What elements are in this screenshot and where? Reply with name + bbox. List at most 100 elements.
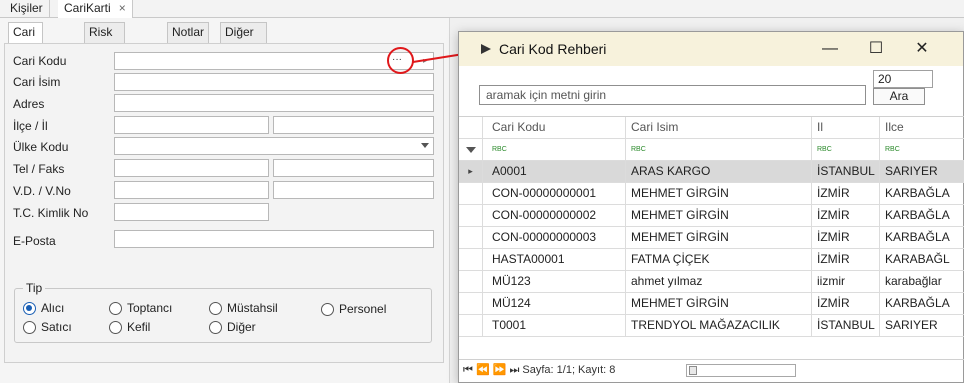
radio-icon (23, 320, 36, 334)
pager-text[interactable]: ⏮ ⏪ ⏩ ⏭ Sayfa: 1/1; Kayıt: 8 (463, 364, 615, 376)
filter-cell[interactable]: RBC (626, 139, 812, 161)
radio-personel[interactable]: Personel (321, 302, 386, 316)
radio-toptanci[interactable]: Toptancı (109, 301, 172, 315)
filter-row: RBC RBC RBC RBC (459, 139, 964, 161)
search-placeholder: aramak için metni girin (486, 88, 607, 102)
tab-notlar[interactable]: Notlar (167, 22, 210, 43)
tab-kisiler[interactable]: Kişiler (4, 0, 50, 18)
radio-diger[interactable]: Diğer (209, 320, 256, 334)
radio-label: Kefil (127, 320, 151, 334)
tel-faks-label: Tel / Faks (13, 162, 65, 176)
column-header-il[interactable]: Il (812, 117, 880, 139)
tab-carikarti[interactable]: CariKarti × (58, 0, 133, 18)
vergi-no-field[interactable] (273, 181, 434, 199)
il-cell: İSTANBUL (812, 315, 880, 337)
vergi-dairesi-field[interactable] (114, 181, 269, 199)
cari-kodu-field[interactable]: ··· ▸ (114, 52, 434, 70)
table-row[interactable]: MÜ123 ahmet yılmaz iizmir karabağlar (459, 271, 964, 293)
column-header-cari-isim[interactable]: Cari Isim (626, 117, 812, 139)
grid-header-row: Cari Kodu Cari Isim Il Ilce (459, 117, 964, 139)
vd-vno-label: V.D. / V.No (13, 184, 71, 198)
cari-isim-cell: TRENDYOL MAĞAZACILIK (626, 315, 812, 337)
cari-isim-cell: ARAS KARGO (626, 161, 812, 183)
scroll-thumb[interactable] (689, 366, 697, 375)
table-row[interactable]: T0001 TRENDYOL MAĞAZACILIK İSTANBUL SARIYER (459, 315, 964, 337)
page-size-select[interactable]: 20 (873, 70, 933, 88)
cari-kodu-cell: CON-00000000002 (487, 205, 626, 227)
results-grid: Cari Kodu Cari Isim Il Ilce RBC RBC RBC … (459, 116, 964, 356)
cari-isim-cell: MEHMET GİRGİN (626, 293, 812, 315)
table-row[interactable]: CON-00000000002 MEHMET GİRGİN İZMİR KARBAĞL… (459, 205, 964, 227)
tc-kimlik-field[interactable] (114, 203, 269, 221)
search-button[interactable]: Ara (873, 88, 925, 105)
tab-diger-iletisim[interactable]: Diğer İletişim (220, 22, 268, 58)
column-header-ilce[interactable]: Ilce (880, 117, 964, 139)
ilce-field[interactable] (114, 116, 269, 134)
radio-icon (321, 302, 334, 316)
ilce-cell: karabağlar (880, 271, 964, 293)
il-cell: İSTANBUL (812, 161, 880, 183)
ilce-cell: KARBAĞLA (880, 293, 964, 315)
dialog-titlebar[interactable]: Cari Kod Rehberi — ☐ ✕ (459, 32, 963, 66)
ilce-cell: KARBAĞLA (880, 183, 964, 205)
close-button[interactable]: ✕ (899, 32, 945, 66)
chevron-down-icon (421, 143, 429, 148)
il-cell: İZMİR (812, 293, 880, 315)
column-header-cari-kodu[interactable]: Cari Kodu (487, 117, 626, 139)
close-icon[interactable]: × (119, 1, 126, 15)
tc-kimlik-label: T.C. Kimlik No (13, 206, 89, 220)
table-row[interactable]: CON-00000000001 MEHMET GİRGİN İZMİR KARBAĞL… (459, 183, 964, 205)
maximize-button[interactable]: ☐ (853, 32, 899, 66)
tip-group: Tip Alıcı Toptancı Müstahsil Personel Sa… (14, 281, 432, 343)
filter-cell[interactable]: RBC (812, 139, 880, 161)
radio-icon (209, 301, 222, 315)
radio-satici[interactable]: Satıcı (23, 320, 72, 334)
filter-cell[interactable]: RBC (880, 139, 964, 161)
ilce-il-label: İlçe / İl (13, 119, 48, 133)
table-row[interactable]: ▸ A0001 ARAS KARGO İSTANBUL SARIYER (459, 161, 964, 183)
table-row[interactable]: MÜ124 MEHMET GİRGİN İZMİR KARBAĞLA (459, 293, 964, 315)
highlight-circle-annotation (387, 47, 414, 74)
row-indicator (459, 293, 483, 315)
cari-kodu-cell: HASTA00001 (487, 249, 626, 271)
il-cell: İZMİR (812, 183, 880, 205)
adres-field[interactable] (114, 94, 434, 112)
ulke-kodu-select[interactable] (114, 137, 434, 155)
radio-label: Diğer (227, 320, 256, 334)
horizontal-scrollbar[interactable] (686, 364, 796, 377)
cari-kodu-cell: CON-00000000001 (487, 183, 626, 205)
il-field[interactable] (273, 116, 434, 134)
table-row[interactable]: HASTA00001 FATMA ÇİÇEK İZMİR KARABAĞL (459, 249, 964, 271)
cari-isim-cell: MEHMET GİRGİN (626, 205, 812, 227)
row-indicator (459, 271, 483, 293)
ilce-cell: SARIYER (880, 161, 964, 183)
tel-field[interactable] (114, 159, 269, 177)
tab-label: Kişiler (10, 1, 43, 15)
radio-kefil[interactable]: Kefil (109, 320, 150, 334)
document-tab-strip: Kişiler CariKarti × (0, 0, 964, 18)
ilce-cell: KARBAĞLA (880, 205, 964, 227)
tab-cari-karti[interactable]: Cari Kartı (8, 22, 44, 58)
app-icon (481, 44, 491, 54)
radio-icon (109, 301, 122, 315)
radio-checked-icon (23, 301, 36, 315)
radio-label: Müstahsil (227, 301, 278, 315)
cari-isim-field[interactable] (114, 73, 434, 91)
radio-icon (209, 320, 222, 334)
filter-cell[interactable]: RBC (487, 139, 626, 161)
eposta-label: E-Posta (13, 234, 56, 248)
search-input[interactable]: aramak için metni girin (479, 85, 866, 105)
cari-isim-cell: MEHMET GİRGİN (626, 227, 812, 249)
tab-risk-takibi[interactable]: Risk Takibi (84, 22, 125, 58)
minimize-button[interactable]: — (807, 32, 853, 66)
cari-kodu-cell: MÜ124 (487, 293, 626, 315)
eposta-field[interactable] (114, 230, 434, 248)
radio-alici[interactable]: Alıcı (23, 301, 64, 315)
faks-field[interactable] (273, 159, 434, 177)
cari-kodu-cell: CON-00000000003 (487, 227, 626, 249)
cari-kodu-cell: T0001 (487, 315, 626, 337)
table-row[interactable]: CON-00000000003 MEHMET GİRGİN İZMİR KARBAĞL… (459, 227, 964, 249)
radio-label: Alıcı (41, 301, 65, 315)
radio-mustahsil[interactable]: Müstahsil (209, 301, 278, 315)
cari-kod-rehberi-dialog: Cari Kod Rehberi — ☐ ✕ aramak için metni… (458, 31, 964, 383)
